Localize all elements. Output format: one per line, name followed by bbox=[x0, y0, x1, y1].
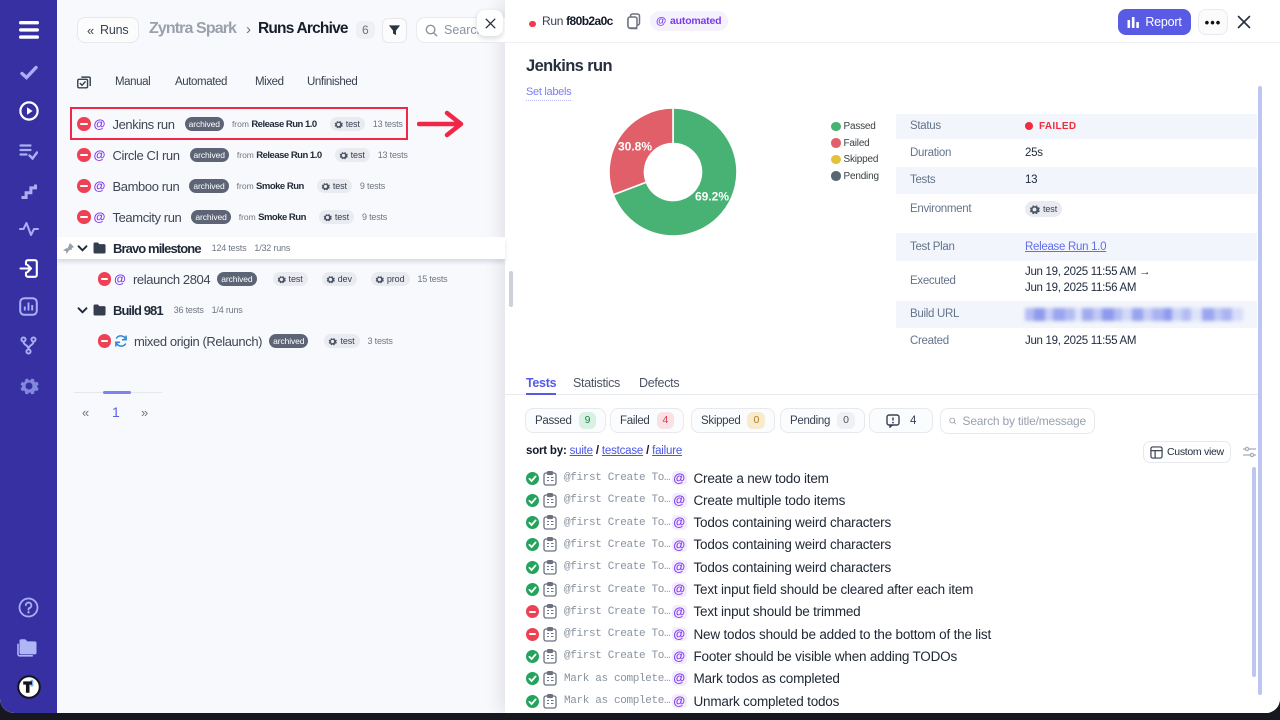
svg-text:30.8%: 30.8% bbox=[618, 140, 652, 154]
svg-text:69.2%: 69.2% bbox=[695, 190, 729, 204]
